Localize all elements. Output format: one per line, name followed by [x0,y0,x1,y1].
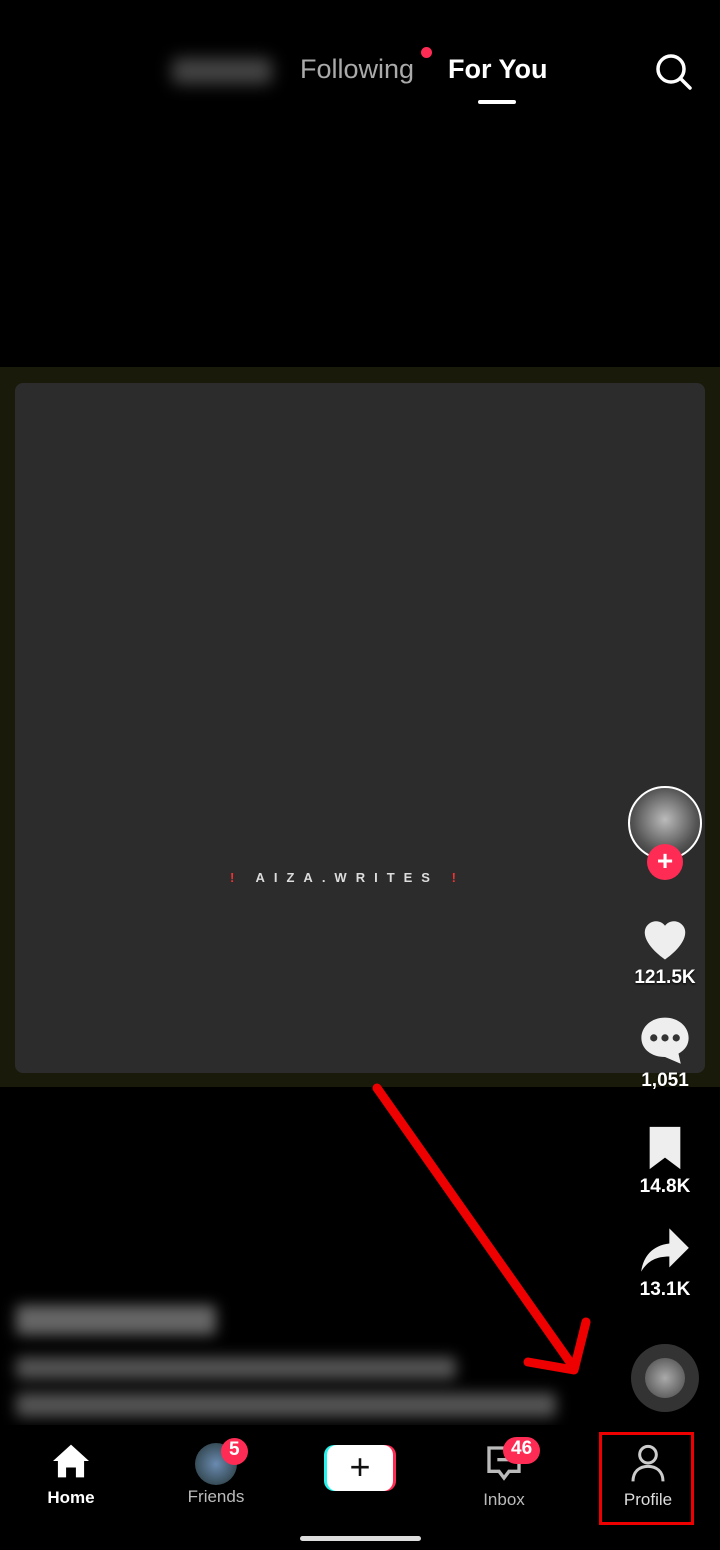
annotation-arrow [372,1083,591,1375]
inbox-badge: 46 [503,1437,541,1464]
nav-friends[interactable]: Friends 5 [161,1438,271,1507]
nav-friends-label: Friends [187,1487,245,1506]
nav-home[interactable]: Home [16,1443,126,1508]
profile-highlight-box [599,1432,694,1525]
home-icon [53,1444,89,1478]
create-button[interactable]: + [324,1445,396,1491]
friends-badge: 5 [221,1438,248,1465]
nav-inbox-label: Inbox [483,1490,525,1509]
nav-inbox[interactable]: Inbox 46 [449,1437,559,1510]
nav-home-label: Home [47,1488,95,1507]
plus-icon: + [327,1445,393,1491]
home-indicator [300,1536,421,1541]
